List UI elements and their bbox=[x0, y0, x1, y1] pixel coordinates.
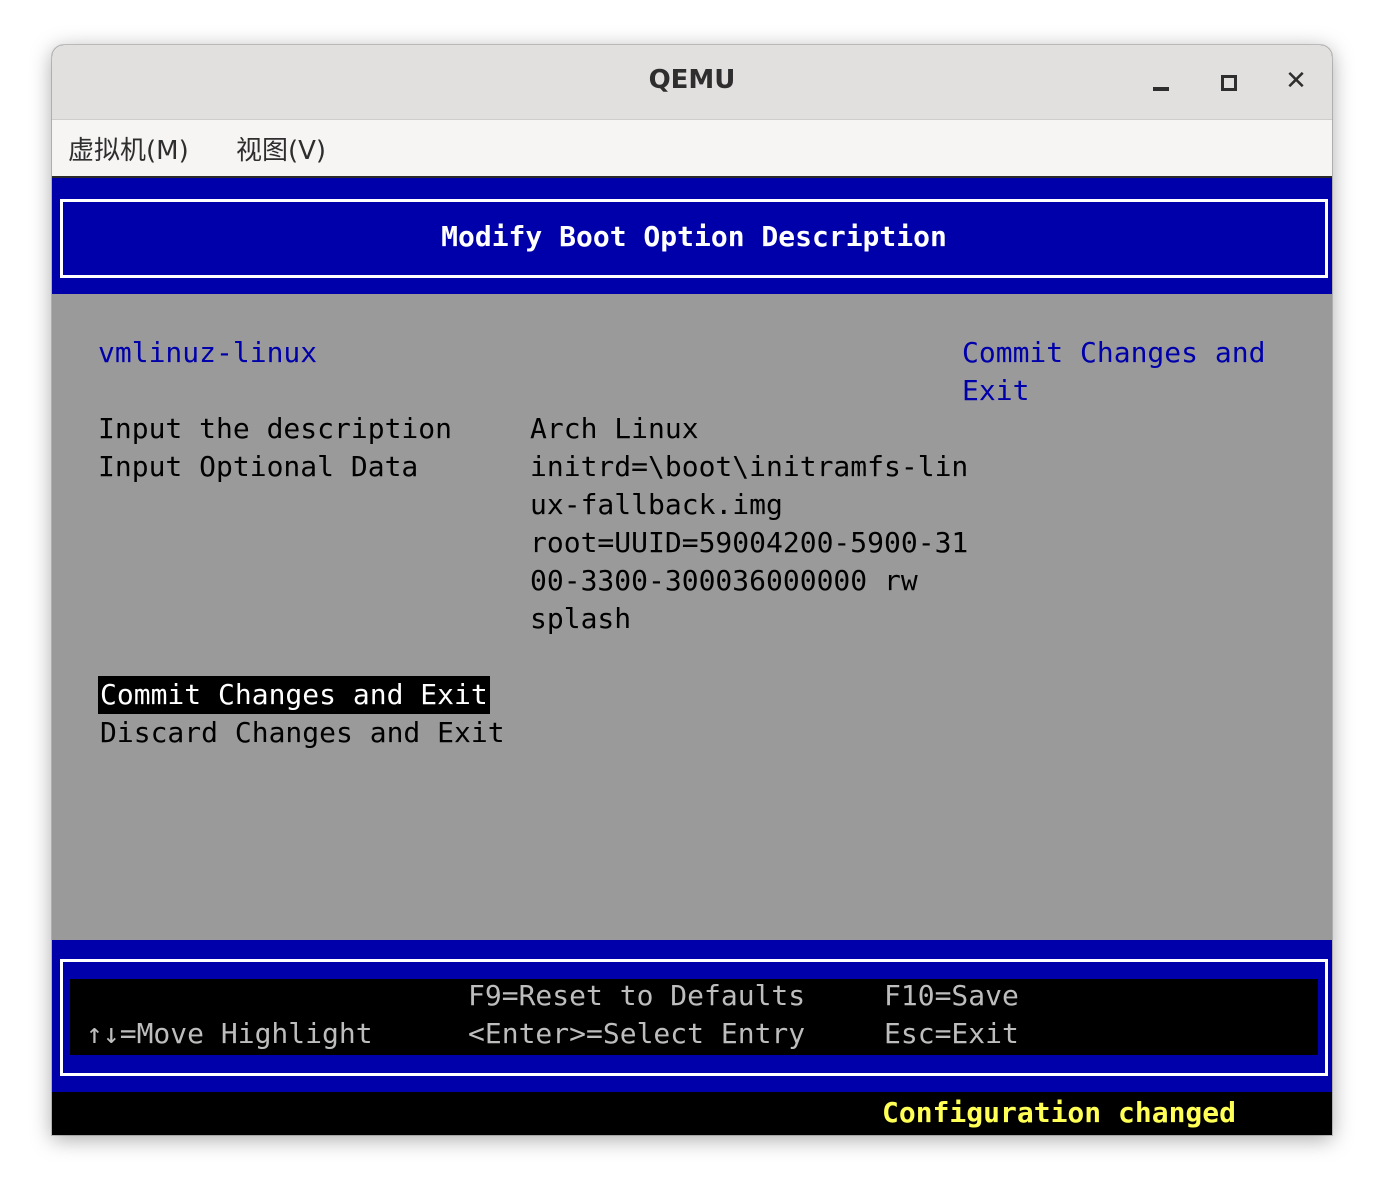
menu-machine[interactable]: 虚拟机(M) bbox=[68, 130, 189, 167]
close-button[interactable]: ✕ bbox=[1276, 63, 1316, 99]
status-bar: Configuration changed bbox=[52, 1092, 1332, 1135]
key-help-save: F10=Save bbox=[884, 979, 1019, 1012]
optional-data-value-line-3[interactable]: root=UUID=59004200-5900-31 bbox=[530, 524, 968, 562]
maximize-icon bbox=[1221, 75, 1237, 91]
close-icon: ✕ bbox=[1285, 66, 1307, 96]
minimize-button[interactable] bbox=[1140, 63, 1180, 99]
status-message: Configuration changed bbox=[882, 1096, 1237, 1129]
description-value[interactable]: Arch Linux bbox=[530, 410, 699, 448]
commit-changes-button[interactable]: Commit Changes and Exit bbox=[98, 676, 490, 714]
title-bar[interactable]: QEMU ✕ bbox=[52, 45, 1332, 120]
optional-data-value-line-2[interactable]: ux-fallback.img bbox=[530, 486, 783, 524]
maximize-button[interactable] bbox=[1208, 63, 1248, 99]
optional-data-value-line-4[interactable]: 00-3300-300036000000 rw bbox=[530, 562, 918, 600]
boot-entry-name: vmlinuz-linux bbox=[98, 336, 318, 369]
help-text-line-1: Commit Changes and bbox=[962, 336, 1266, 369]
key-help-bar: ↑↓=Move Highlight F9=Reset to Defaults <… bbox=[70, 979, 1318, 1055]
discard-changes-button[interactable]: Discard Changes and Exit bbox=[100, 714, 505, 752]
qemu-window: QEMU ✕ 虚拟机(M) 视图(V) Modify Boot Option D… bbox=[52, 45, 1332, 1135]
header-box: Modify Boot Option Description bbox=[60, 199, 1328, 278]
description-label: Input the description bbox=[98, 412, 453, 445]
key-help-select: <Enter>=Select Entry bbox=[468, 1017, 806, 1050]
optional-data-value-line-5[interactable]: splash bbox=[530, 600, 631, 638]
key-help-reset: F9=Reset to Defaults bbox=[468, 979, 806, 1012]
footer-box: ↑↓=Move Highlight F9=Reset to Defaults <… bbox=[60, 959, 1328, 1076]
key-help-exit: Esc=Exit bbox=[884, 1017, 1019, 1050]
key-help-move: ↑↓=Move Highlight bbox=[86, 1017, 373, 1050]
menu-view[interactable]: 视图(V) bbox=[236, 130, 326, 167]
menu-bar: 虚拟机(M) 视图(V) bbox=[52, 120, 1332, 178]
help-text-line-2: Exit bbox=[962, 374, 1030, 407]
page-title: Modify Boot Option Description bbox=[441, 220, 947, 253]
vm-screen[interactable]: Modify Boot Option Description vmlinuz-l… bbox=[52, 178, 1332, 1135]
optional-data-label: Input Optional Data bbox=[98, 450, 419, 483]
content-area: vmlinuz-linux Commit Changes and Exit In… bbox=[52, 294, 1332, 940]
minimize-icon bbox=[1153, 87, 1169, 91]
optional-data-value-line-1[interactable]: initrd=\boot\initramfs-lin bbox=[530, 448, 968, 486]
